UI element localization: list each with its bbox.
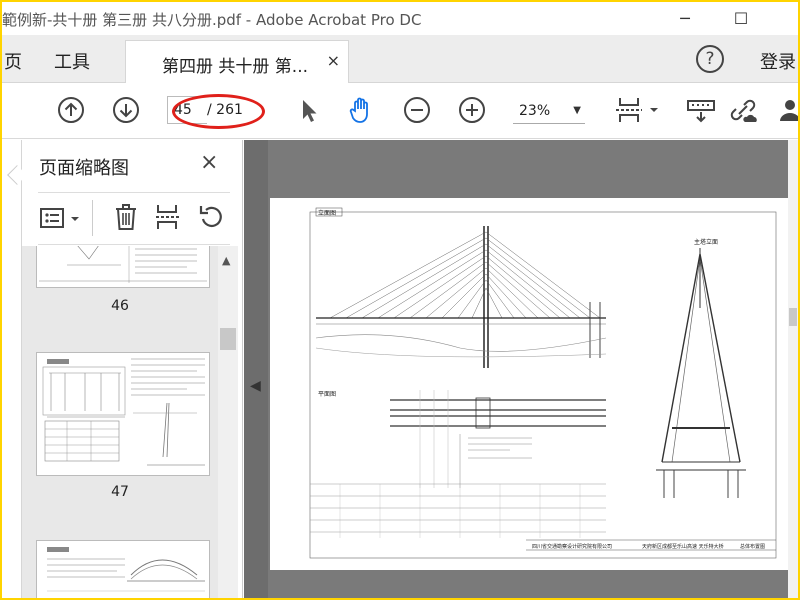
tab-document[interactable]: 第四册 共十册 第... ×: [125, 40, 349, 84]
window-title: 範例新-共十册 第三册 共八分册.pdf - Adobe Acrobat Pro…: [2, 11, 422, 29]
previous-page-icon[interactable]: [56, 95, 86, 125]
select-cursor-icon[interactable]: [294, 95, 324, 125]
highlight-ellipse: [172, 94, 265, 129]
title-bar: 範例新-共十册 第三册 共八分册.pdf - Adobe Acrobat Pro…: [2, 2, 798, 35]
panel-title: 页面缩略图: [39, 158, 129, 179]
rotate-page-icon[interactable]: [198, 202, 226, 232]
page-thumbnail-47[interactable]: [36, 352, 210, 476]
pdf-page: 立面图 平面图 主塔立面 四川省交通勘察设计研究院有限公司 天府新区成都至乐山高…: [270, 198, 790, 570]
thumbnail-page-number: 46: [111, 298, 129, 314]
thumbnail-page-number: 47: [111, 484, 129, 500]
thumbnail-options-icon[interactable]: [40, 206, 82, 232]
engineering-drawing: 立面图 平面图 主塔立面 四川省交通勘察设计研究院有限公司 天府新区成都至乐山高…: [309, 207, 777, 559]
page-display-icon[interactable]: [614, 95, 660, 125]
zoom-level-value: 23%: [519, 103, 551, 119]
company-name: 四川省交通勘察设计研究院有限公司: [532, 543, 612, 550]
link-cloud-icon[interactable]: [728, 95, 758, 125]
minimize-button[interactable]: ─: [660, 2, 710, 35]
page-thumbnail-46[interactable]: [36, 246, 210, 288]
tab-bar: 页 工具 第四册 共十册 第... × ? 登录: [2, 35, 798, 84]
zoom-out-icon[interactable]: [402, 95, 432, 125]
left-panel-tab[interactable]: [2, 140, 27, 598]
plan-title: 平面图: [318, 391, 336, 398]
document-tab-label: 第四册 共十册 第...: [162, 57, 309, 77]
login-button[interactable]: 登录: [760, 48, 796, 74]
collapse-panel-icon[interactable]: ◀: [250, 378, 261, 394]
hand-tool-icon[interactable]: [346, 95, 376, 125]
tower-title: 主塔立面: [694, 238, 718, 246]
thumbnail-scrollbar[interactable]: ▲: [218, 246, 238, 598]
acrobat-window: 範例新-共十册 第三册 共八分册.pdf - Adobe Acrobat Pro…: [2, 2, 798, 598]
maximize-button[interactable]: ☐: [716, 2, 766, 35]
close-panel-icon[interactable]: ×: [200, 150, 218, 175]
page-thumbnails-panel: 页面缩略图 × 46 47 ▲: [22, 140, 243, 598]
thumbnail-list: 46 47: [22, 246, 218, 598]
keyboard-icon[interactable]: [686, 95, 716, 125]
delete-page-icon[interactable]: [112, 202, 140, 232]
elevation-title: 立面图: [318, 209, 336, 217]
extract-pages-icon[interactable]: [154, 202, 182, 232]
tab-home[interactable]: 页: [4, 48, 22, 74]
scroll-up-icon[interactable]: ▲: [222, 254, 230, 267]
scrollbar-thumb[interactable]: [220, 328, 236, 350]
next-page-icon[interactable]: [111, 95, 141, 125]
toolbar: 45 / 261 23% ▼: [2, 83, 798, 139]
page-thumbnail-48[interactable]: [36, 540, 210, 598]
account-icon[interactable]: [778, 95, 798, 125]
tab-tools[interactable]: 工具: [54, 48, 90, 74]
close-tab-icon[interactable]: ×: [327, 51, 340, 70]
project-name: 天府新区成都至乐山高速 天乐特大桥: [642, 543, 724, 550]
drawing-name: 总体布置图: [740, 543, 765, 550]
scrollbar-thumb[interactable]: [789, 308, 797, 326]
document-scrollbar[interactable]: [788, 140, 798, 598]
zoom-in-icon[interactable]: [457, 95, 487, 125]
chevron-down-icon: ▼: [573, 105, 581, 116]
help-icon[interactable]: ?: [696, 45, 724, 73]
zoom-level-select[interactable]: 23% ▼: [513, 98, 585, 124]
